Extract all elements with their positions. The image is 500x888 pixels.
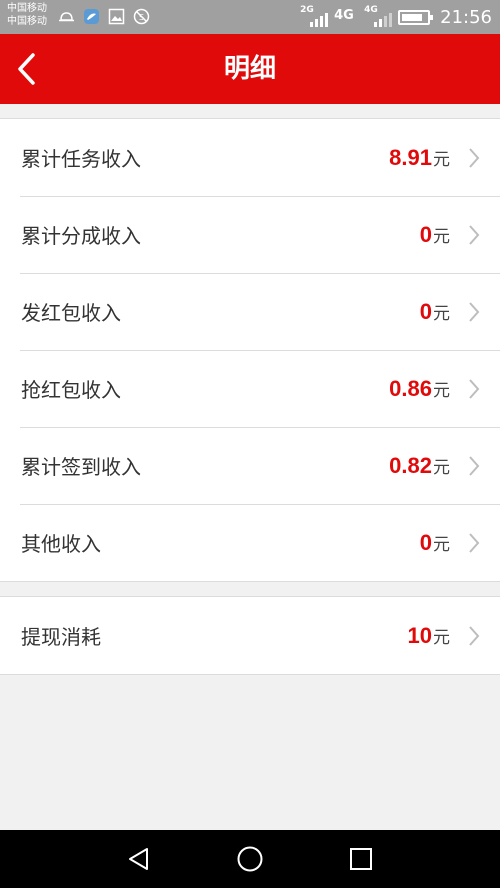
chevron-right-icon [469,625,480,646]
signal-2g-icon: 2G [300,5,329,29]
chevron-right-icon [469,455,480,476]
amount: 0 [419,529,432,555]
no-signal-circle-icon: S [133,8,150,25]
svg-text:S: S [139,13,144,22]
network-4g-label: 4G [334,8,354,23]
unit: 元 [433,627,450,648]
row-label: 累计分成收入 [21,224,141,248]
list-item-share-income[interactable]: 累计分成收入 0元 [0,196,500,273]
signal-4g-icon: 4G [364,5,393,29]
row-label: 提现消耗 [21,625,101,649]
list-item-checkin-income[interactable]: 累计签到收入 0.82 元 [0,427,500,504]
row-value: 8.91 元 [389,145,450,171]
carrier-1-label: 中国移动 [7,3,47,14]
notification-icons: S [58,8,150,25]
list-item-withdraw[interactable]: 提现消耗 10 元 [0,597,500,674]
chevron-right-icon [469,532,480,553]
chevron-right-icon [469,378,480,399]
chevron-right-icon [469,301,480,322]
amount: 0.82 [389,452,432,478]
chevron-right-icon [469,224,480,245]
row-label: 累计任务收入 [21,147,141,171]
clock: 21:56 [440,6,492,28]
page-title: 明细 [223,54,276,84]
back-button[interactable] [8,50,44,88]
unit: 元 [433,457,450,478]
row-value: 0元 [420,530,450,556]
nav-back-button[interactable] [124,844,154,874]
list-item-other-income[interactable]: 其他收入 0元 [0,504,500,581]
battery-icon [398,9,434,25]
amount: 10 [407,622,432,648]
image-icon [108,8,125,25]
income-list: 累计任务收入 8.91 元 累计分成收入 0元 发红包收入 0元 抢红包收入 0.… [0,118,500,582]
chevron-right-icon [469,147,480,168]
row-label: 累计签到收入 [21,455,141,479]
system-nav-bar [0,830,500,888]
circle-home-icon [237,846,263,872]
square-recents-icon [350,848,372,870]
unit: 元 [433,149,450,170]
row-label: 其他收入 [21,532,101,556]
signal-bars-1 [310,13,329,27]
triangle-back-icon [129,848,148,870]
row-value: 0元 [420,222,450,248]
unit: 元 [433,226,450,247]
signal-bars-2 [374,13,393,27]
chevron-left-icon [18,53,35,85]
bird-icon [83,8,100,25]
list-item-task-income[interactable]: 累计任务收入 8.91 元 [0,119,500,196]
unit: 元 [433,534,450,555]
amount: 0.86 [389,375,432,401]
data-4g-icon: 4G [334,5,358,29]
carrier-labels: 中国移动 中国移动 [7,2,47,28]
row-value: 0.86 元 [389,376,450,402]
battery-fill [402,13,423,21]
unit: 元 [433,380,450,401]
withdraw-list: 提现消耗 10 元 [0,596,500,675]
row-value: 0.82 元 [389,453,450,479]
list-item-send-redpacket-income[interactable]: 发红包收入 0元 [0,273,500,350]
title-bar: 明细 [0,34,500,104]
amount: 0 [419,298,432,324]
row-label: 发红包收入 [21,301,121,325]
amount: 0 [419,221,432,247]
status-right: 2G 4G 4G 21:56 [300,4,492,30]
unit: 元 [433,303,450,324]
status-bar: 中国移动 中国移动 S 2G 4G 4G 21:56 [0,0,500,34]
amount: 8.91 [389,144,432,170]
row-label: 抢红包收入 [21,378,121,402]
list-item-grab-redpacket-income[interactable]: 抢红包收入 0.86 元 [0,350,500,427]
row-value: 10 元 [408,623,450,649]
carrier-2-label: 中国移动 [7,16,47,27]
nav-recents-button[interactable] [346,844,376,874]
hat-icon [58,8,75,25]
nav-home-button[interactable] [235,844,265,874]
row-value: 0元 [420,299,450,325]
